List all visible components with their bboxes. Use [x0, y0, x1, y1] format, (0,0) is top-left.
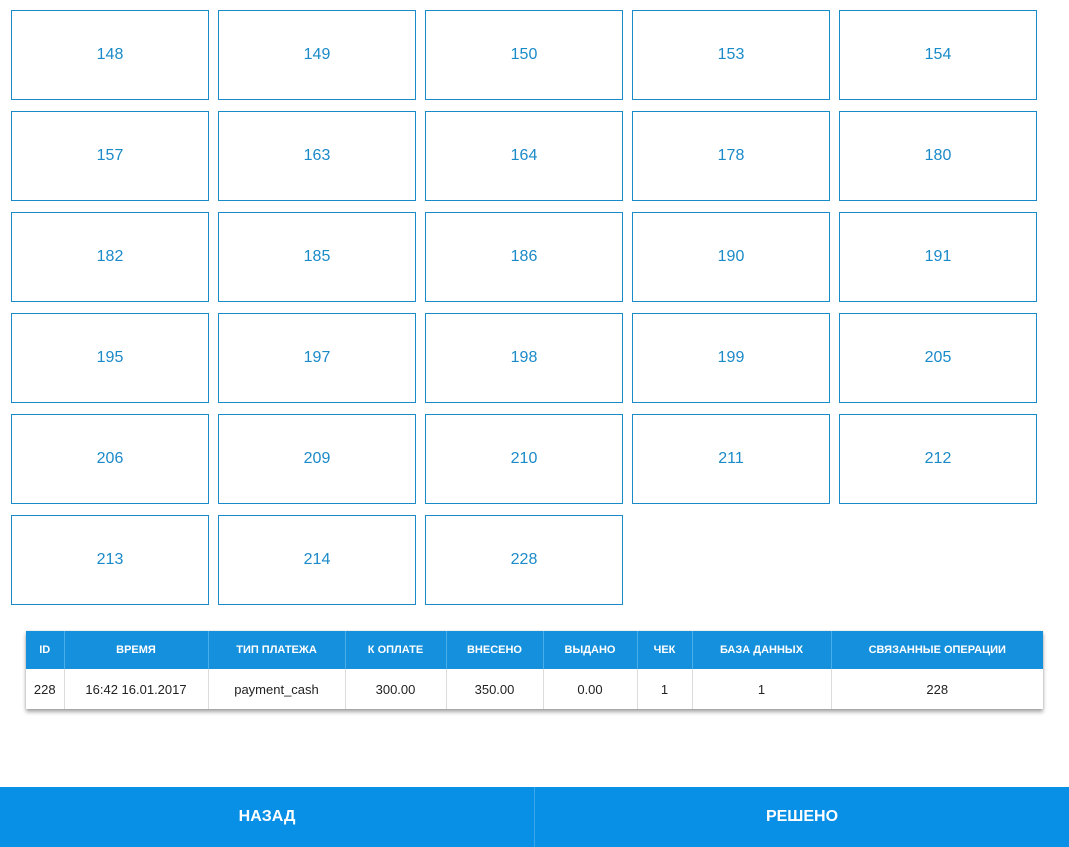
operation-details-table: ID ВРЕМЯ ТИП ПЛАТЕЖА К ОПЛАТЕ ВНЕСЕНО ВЫ…: [26, 631, 1043, 709]
operation-tile[interactable]: 148: [11, 10, 209, 100]
operation-tile[interactable]: 214: [218, 515, 416, 605]
operation-tile[interactable]: 164: [425, 111, 623, 201]
operation-tile[interactable]: 209: [218, 414, 416, 504]
back-button[interactable]: НАЗАД: [0, 787, 534, 847]
operation-tile[interactable]: 206: [11, 414, 209, 504]
column-header-database: БАЗА ДАННЫХ: [692, 631, 832, 669]
column-header-time: ВРЕМЯ: [64, 631, 209, 669]
operation-tile[interactable]: 210: [425, 414, 623, 504]
operation-tile[interactable]: 163: [218, 111, 416, 201]
operation-tile[interactable]: 212: [839, 414, 1037, 504]
operation-tile[interactable]: 154: [839, 10, 1037, 100]
operation-details-table-card: ID ВРЕМЯ ТИП ПЛАТЕЖА К ОПЛАТЕ ВНЕСЕНО ВЫ…: [26, 631, 1043, 709]
operation-tile[interactable]: 199: [632, 313, 830, 403]
operation-tile[interactable]: 228: [425, 515, 623, 605]
operation-tile[interactable]: 198: [425, 313, 623, 403]
operation-tile[interactable]: 180: [839, 111, 1037, 201]
column-header-receipt: ЧЕК: [637, 631, 693, 669]
column-header-id: ID: [26, 631, 65, 669]
column-header-change: ВЫДАНО: [543, 631, 638, 669]
operation-tile[interactable]: 213: [11, 515, 209, 605]
cell-database: 1: [692, 669, 832, 709]
operation-tile[interactable]: 153: [632, 10, 830, 100]
operation-tile[interactable]: 185: [218, 212, 416, 302]
cell-amount-due: 300.00: [345, 669, 447, 709]
column-header-payment-type: ТИП ПЛАТЕЖА: [208, 631, 346, 669]
cell-related-operations: 228: [926, 681, 949, 697]
operation-tile[interactable]: 190: [632, 212, 830, 302]
cell-change: 0.00: [543, 669, 638, 709]
resolved-button[interactable]: РЕШЕНО: [535, 787, 1069, 847]
operation-tile[interactable]: 195: [11, 313, 209, 403]
cell-receipt: 1: [637, 669, 693, 709]
operation-tile[interactable]: 157: [11, 111, 209, 201]
page: 148 149 150 153 154 157 163 164 178 180 …: [0, 0, 1069, 847]
operation-tile[interactable]: 186: [425, 212, 623, 302]
column-header-paid-in: ВНЕСЕНО: [446, 631, 544, 669]
operation-tile-grid: 148 149 150 153 154 157 163 164 178 180 …: [11, 10, 1037, 605]
operation-tile[interactable]: 150: [425, 10, 623, 100]
cell-time: 16:42 16.01.2017: [64, 669, 209, 709]
operation-tile[interactable]: 191: [839, 212, 1037, 302]
column-header-amount-due: К ОПЛАТЕ: [345, 631, 447, 669]
operation-tile[interactable]: 197: [218, 313, 416, 403]
footer-action-bar: НАЗАД РЕШЕНО: [0, 787, 1069, 847]
operation-tile[interactable]: 211: [632, 414, 830, 504]
cell-paid-in: 350.00: [446, 669, 544, 709]
operation-tile[interactable]: 149: [218, 10, 416, 100]
cell-id: 228: [26, 669, 65, 709]
operation-tile[interactable]: 182: [11, 212, 209, 302]
table-row: 228 16:42 16.01.2017 payment_cash 300.00…: [26, 669, 1043, 709]
operation-tile[interactable]: 205: [839, 313, 1037, 403]
column-header-related-operations: СВЯЗАННЫЕ ОПЕРАЦИИ: [831, 631, 1043, 669]
table-header-row: ID ВРЕМЯ ТИП ПЛАТЕЖА К ОПЛАТЕ ВНЕСЕНО ВЫ…: [26, 631, 1043, 669]
operation-tile[interactable]: 178: [632, 111, 830, 201]
cell-payment-type: payment_cash: [208, 669, 346, 709]
